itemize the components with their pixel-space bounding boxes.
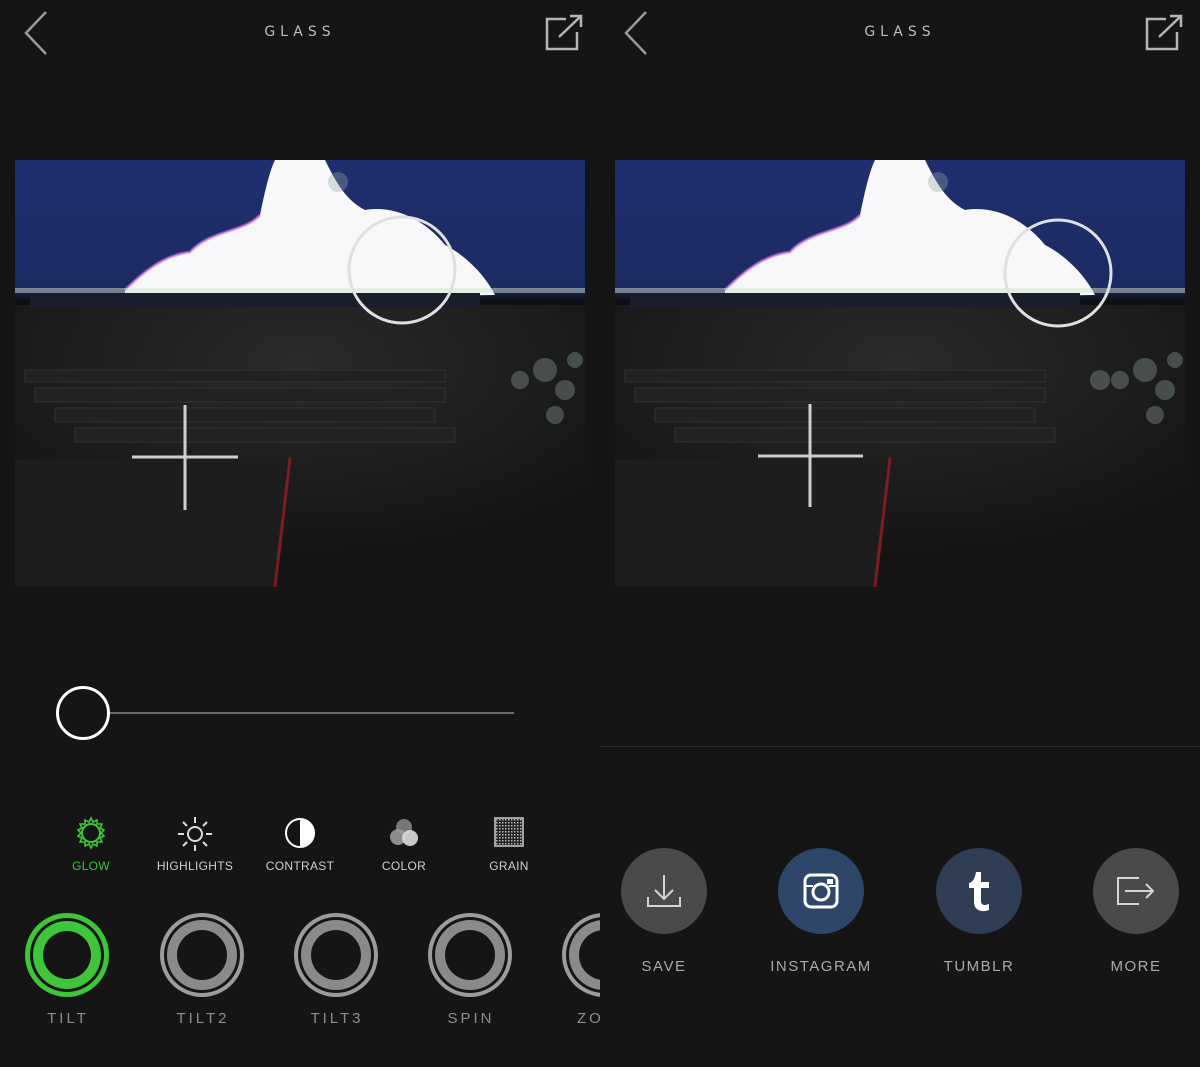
tool-highlights[interactable]: HIGHLIGHTS <box>143 810 247 880</box>
tool-grain[interactable]: GRAIN <box>457 810 561 880</box>
more-button[interactable] <box>1093 848 1179 934</box>
back-button[interactable] <box>622 10 658 56</box>
share-screen: GLASS SAVE INSTAGRAM TUMBLR MORE <box>600 0 1200 1067</box>
filter-ring-icon <box>562 913 600 997</box>
tool-label: GRAIN <box>489 859 529 873</box>
filter-tilt[interactable]: TILT <box>22 910 114 1030</box>
share-out-icon <box>545 14 583 51</box>
share-label: SAVE <box>641 958 687 975</box>
more-option[interactable]: MORE <box>1066 848 1200 978</box>
tumblr-button[interactable] <box>936 848 1022 934</box>
app-title: GLASS <box>864 24 936 40</box>
tool-label: COLOR <box>381 859 427 873</box>
glow-sun-icon <box>76 816 106 850</box>
chevron-left-icon <box>624 11 647 55</box>
edit-screen: GLASS GLOW HIGHLIGHTS CONTRAST COLOR GRA… <box>0 0 600 1067</box>
filter-label: TILT <box>47 1010 89 1027</box>
filter-zoom[interactable]: ZO <box>559 910 600 1030</box>
instagram-option[interactable]: INSTAGRAM <box>751 848 891 978</box>
intensity-slider[interactable] <box>56 686 518 740</box>
filter-tilt2[interactable]: TILT2 <box>157 910 249 1030</box>
download-icon <box>647 875 681 907</box>
tool-glow[interactable]: GLOW <box>39 810 143 880</box>
divider <box>600 746 1200 747</box>
filter-tilt3[interactable]: TILT3 <box>291 910 383 1030</box>
tool-label: CONTRAST <box>265 859 335 873</box>
export-more-icon <box>1117 877 1155 905</box>
photo-preview[interactable] <box>15 160 585 587</box>
tool-color[interactable]: COLOR <box>352 810 456 880</box>
filter-ring-icon <box>25 913 109 997</box>
filter-ring-icon <box>294 913 378 997</box>
filter-ring-icon <box>160 913 244 997</box>
tool-label: HIGHLIGHTS <box>156 859 234 873</box>
share-label: MORE <box>1110 958 1162 975</box>
filter-label: ZO <box>577 1010 600 1027</box>
tumblr-icon <box>969 872 989 912</box>
instagram-icon <box>803 873 839 909</box>
filter-spin[interactable]: SPIN <box>425 910 517 1030</box>
filter-label: TILT2 <box>176 1010 230 1027</box>
share-button[interactable] <box>544 14 584 52</box>
color-circles-icon <box>390 819 418 846</box>
filter-label: SPIN <box>447 1010 495 1027</box>
chevron-left-icon <box>24 11 47 55</box>
app-title: GLASS <box>264 24 336 40</box>
slider-knob[interactable] <box>56 686 110 740</box>
share-label: INSTAGRAM <box>770 958 872 975</box>
tool-label: GLOW <box>72 859 110 873</box>
sun-rays-icon <box>178 817 212 851</box>
share-label: TUMBLR <box>943 958 1015 975</box>
slider-track[interactable] <box>86 712 514 714</box>
instagram-button[interactable] <box>778 848 864 934</box>
grain-square-icon <box>494 817 524 847</box>
share-button[interactable] <box>1144 14 1184 52</box>
save-button[interactable] <box>621 848 707 934</box>
filter-ring-icon <box>428 913 512 997</box>
half-circle-icon <box>285 818 315 848</box>
tumblr-option[interactable]: TUMBLR <box>909 848 1049 978</box>
filter-label: TILT3 <box>310 1010 364 1027</box>
tool-contrast[interactable]: CONTRAST <box>248 810 352 880</box>
share-out-icon <box>1145 14 1183 51</box>
back-button[interactable] <box>22 10 58 56</box>
save-option[interactable]: SAVE <box>600 848 734 978</box>
photo-preview <box>615 160 1185 587</box>
